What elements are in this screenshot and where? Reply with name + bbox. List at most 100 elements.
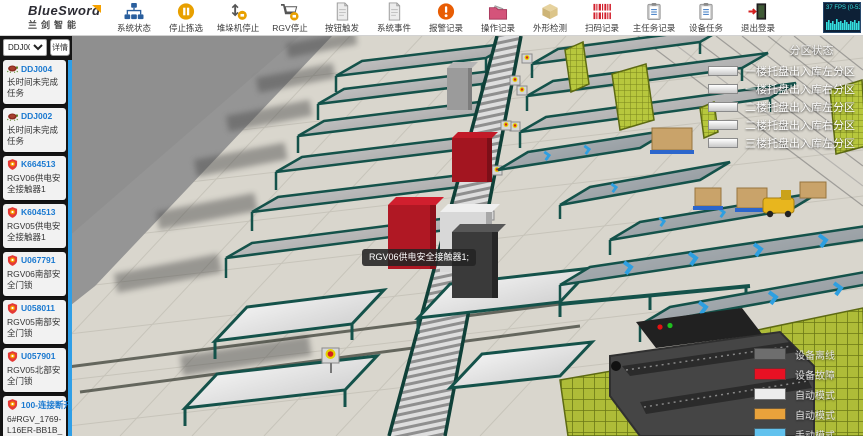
folder-icon xyxy=(487,2,509,21)
alarm-list: DDJ004 长时间未完成任务 DDJ002 长时间未完成任务 K664 xyxy=(0,60,68,436)
red-cabinet-upper[interactable] xyxy=(452,132,498,182)
toolbar-button[interactable]: 按钮触发 xyxy=(316,2,368,34)
status-label: 设备故障 xyxy=(795,367,857,382)
toolbar-button-label: 按钮触发 xyxy=(325,22,359,34)
rgv-green-light xyxy=(667,323,672,328)
shield-icon xyxy=(7,351,18,362)
toolbar-button[interactable]: 操作记录 xyxy=(472,2,524,34)
rgv-red-light xyxy=(657,324,662,329)
alarm-card[interactable]: U067791 RGV06南部安全门锁 xyxy=(3,252,66,296)
toolbar-button[interactable]: RGV停止 xyxy=(264,2,316,34)
alert-icon xyxy=(435,2,457,21)
toolbar-button-label: 退出登录 xyxy=(741,22,775,34)
sidebar-controls: DDJ005 详情 xyxy=(0,36,72,58)
alarm-id: U067791 xyxy=(21,255,56,265)
toolbar-button-label: 停止拣选 xyxy=(169,22,203,34)
alarm-description: RGV05供电安全接触器1 xyxy=(7,221,63,244)
status-legend-row: 设备故障 xyxy=(754,364,857,384)
alarm-id: DDJ002 xyxy=(21,111,52,121)
alarm-card[interactable]: DDJ004 长时间未完成任务 xyxy=(3,60,66,104)
document-icon xyxy=(383,2,405,21)
status-label: 手动模式 xyxy=(795,427,857,436)
zone-swatch xyxy=(708,102,738,112)
device-select[interactable]: DDJ005 xyxy=(3,39,47,56)
turtle-icon xyxy=(7,111,18,122)
fps-counter: 37 FPS (0-53) xyxy=(823,2,861,33)
alarm-id: 100-连接断开 xyxy=(21,399,68,411)
alarm-description: RGV05北部安全门锁 xyxy=(7,365,63,388)
device-tooltip: RGV06供电安全接触器1; xyxy=(362,249,476,266)
status-label: 设备离线 xyxy=(795,347,857,362)
status-swatch xyxy=(754,428,786,436)
alarm-card[interactable]: U058011 RGV05南部安全门锁 xyxy=(3,300,66,344)
toolbar-button[interactable]: 报警记录 xyxy=(420,2,472,34)
alarm-card[interactable]: K664513 RGV06供电安全接触器1 xyxy=(3,156,66,200)
toolbar-button[interactable]: 设备任务 xyxy=(680,2,732,34)
device-status-legend: 设备离线 设备故障 自动模式 自动模式 xyxy=(754,344,857,436)
toolbar-button[interactable]: 停止拣选 xyxy=(160,2,212,34)
status-swatch xyxy=(754,348,786,360)
alarm-card[interactable]: U057901 RGV05北部安全门锁 xyxy=(3,348,66,392)
alarm-card[interactable]: DDJ002 长时间未完成任务 xyxy=(3,108,66,152)
zone-label: 二楼托盘出入库左分区 xyxy=(745,99,855,115)
toolbar-button[interactable]: 堆垛机停止 xyxy=(212,2,264,34)
status-legend-row: 自动模式 xyxy=(754,404,857,424)
zone-swatch xyxy=(708,138,738,148)
alarm-description: 长时间未完成任务 xyxy=(7,77,63,100)
alarm-description: 长时间未完成任务 xyxy=(7,125,63,148)
zone-legend-row: 一楼托盘出入库右分区 xyxy=(708,80,855,98)
alarm-card[interactable]: K604513 RGV05供电安全接触器1 xyxy=(3,204,66,248)
toolbar-button[interactable]: 主任务记录 xyxy=(628,2,680,34)
status-swatch xyxy=(754,408,786,420)
clipboard-icon xyxy=(695,2,717,21)
shield-icon xyxy=(7,399,18,410)
alarm-id: U057901 xyxy=(21,351,56,361)
alarm-id: K664513 xyxy=(21,159,56,169)
toolbar-button[interactable]: 退出登录 xyxy=(732,2,784,34)
alarm-description: RGV06南部安全门锁 xyxy=(7,269,63,292)
toolbar-button-label: RGV停止 xyxy=(272,22,307,34)
pause-icon xyxy=(175,2,197,21)
fps-value: 37 FPS (0-53) xyxy=(824,3,860,12)
status-legend-row: 手动模式 xyxy=(754,424,857,436)
toolbar-button-label: 外形检测 xyxy=(533,22,567,34)
toolbar-button[interactable]: 系统事件 xyxy=(368,2,420,34)
shield-icon xyxy=(7,207,18,218)
alarm-card[interactable]: 100-连接断开 6#RGV_1769-L16ER-BB1B_RGV06 xyxy=(3,396,66,436)
app-logo: BlueSword 兰剑智能 xyxy=(0,4,104,31)
alarm-description: 6#RGV_1769-L16ER-BB1B_RGV06 xyxy=(7,414,63,436)
status-label: 自动模式 xyxy=(795,387,857,402)
toolbar-button-label: 报警记录 xyxy=(429,22,463,34)
zone-legend-row: 二楼托盘出入库右分区 xyxy=(708,116,855,134)
zone-swatch xyxy=(708,66,738,76)
zone-label: 一楼托盘出入库左分区 xyxy=(745,63,855,79)
toolbar-button[interactable]: 外形检测 xyxy=(524,2,576,34)
toolbar-button-label: 堆垛机停止 xyxy=(217,22,260,34)
toolbar-button-label: 系统事件 xyxy=(377,22,411,34)
toolbar-button-label: 操作记录 xyxy=(481,22,515,34)
exit-icon xyxy=(747,2,769,21)
zone-swatch xyxy=(708,84,738,94)
toolbar-button[interactable]: 扫码记录 xyxy=(576,2,628,34)
zone-legend-title: 分区状态 xyxy=(708,42,855,58)
alarm-list-scrollbar[interactable] xyxy=(68,60,72,436)
status-swatch xyxy=(754,388,786,400)
stacker-stop-icon xyxy=(227,2,249,21)
status-swatch xyxy=(754,368,786,380)
document-icon xyxy=(331,2,353,21)
zone-label: 一楼托盘出入库右分区 xyxy=(745,81,855,97)
shield-icon xyxy=(7,159,18,170)
toolbar-button-label: 主任务记录 xyxy=(633,22,676,34)
toolbar-button[interactable]: 系统状态 xyxy=(108,2,160,34)
clipboard-icon xyxy=(643,2,665,21)
status-legend-row: 设备离线 xyxy=(754,344,857,364)
wcs-monitor-app: RGV06供电安全接触器1; 分区状态 一楼托盘出入库左分区 一楼托盘出入库右分… xyxy=(0,0,863,436)
barcode-icon xyxy=(591,2,613,21)
toolbar-button-label: 设备任务 xyxy=(689,22,723,34)
zone-legend-row: 三楼托盘出入库左分区 xyxy=(708,134,855,152)
box-icon xyxy=(539,2,561,21)
detail-button[interactable]: 详情 xyxy=(50,39,70,56)
alarm-id: DDJ004 xyxy=(21,64,52,74)
zone-swatch xyxy=(708,120,738,130)
toolbar-button-label: 扫码记录 xyxy=(585,22,619,34)
